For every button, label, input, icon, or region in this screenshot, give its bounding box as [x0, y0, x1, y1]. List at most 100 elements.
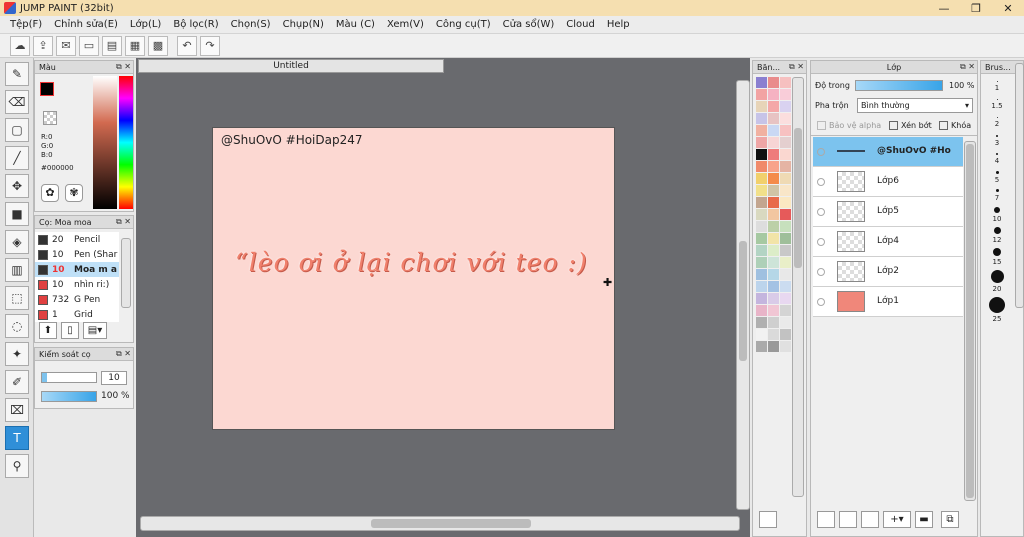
text-tool-icon[interactable]: T [5, 426, 29, 450]
visibility-icon[interactable] [817, 208, 825, 216]
close-icon[interactable]: ⧉ ✕ [116, 62, 131, 72]
visibility-icon[interactable] [817, 298, 825, 306]
visibility-icon[interactable] [817, 178, 825, 186]
cloud-icon[interactable]: ☁ [10, 35, 30, 56]
close-icon[interactable]: ⧉ ✕ [116, 349, 131, 359]
fill-rect-tool-icon[interactable]: ■ [5, 202, 29, 226]
close-icon[interactable]: ✕ [992, 0, 1024, 16]
brush-size-option[interactable]: 3 [981, 131, 1013, 147]
brush-menu-icon[interactable]: ▤▾ [83, 322, 107, 339]
new-note-layer-icon[interactable] [839, 511, 857, 528]
visibility-icon[interactable] [817, 148, 825, 156]
gradient-tool-icon[interactable]: ▥ [5, 258, 29, 282]
undo-icon[interactable]: ↶ [177, 35, 197, 56]
layer-row[interactable]: Lớp5 [813, 197, 963, 227]
select-pen-tool-icon[interactable]: ✐ [5, 370, 29, 394]
brush-size-option[interactable]: 25 [981, 293, 1013, 323]
lasso-tool-icon[interactable]: ◌ [5, 314, 29, 338]
new-palette-icon[interactable] [759, 511, 777, 528]
hue-slider[interactable] [119, 76, 133, 209]
layer-row[interactable]: Lớp1 [813, 287, 963, 317]
foreground-color-swatch[interactable] [40, 82, 54, 96]
comment-icon[interactable]: ✉ [56, 35, 76, 56]
vertical-scroll-thumb[interactable] [739, 241, 747, 361]
brush-item-selected[interactable]: 10 Moa m a [35, 262, 119, 277]
blend-mode-select[interactable]: Bình thường ▾ [857, 98, 973, 113]
upload-icon[interactable]: ⇪ [33, 35, 53, 56]
layer-row-selected[interactable]: @ShuOvO #Ho [813, 137, 963, 167]
new-brush-icon[interactable]: ▯ [61, 322, 79, 339]
horizontal-scroll-thumb[interactable] [371, 519, 531, 528]
page-icon[interactable]: ▤ [102, 35, 122, 56]
palette-edit-icon[interactable]: ✾ [65, 184, 83, 202]
palette-scrollbar[interactable] [792, 77, 804, 497]
duplicate-layer-icon[interactable] [861, 511, 879, 528]
brush-upload-icon[interactable]: ⬆ [39, 322, 57, 339]
new-layer-icon[interactable] [817, 511, 835, 528]
protect-alpha-checkbox[interactable]: Bảo vệ alpha [817, 121, 881, 130]
transparent-swatch[interactable] [43, 111, 57, 125]
horizontal-scrollbar[interactable] [140, 516, 740, 531]
menu-cloud[interactable]: Cloud [566, 19, 595, 30]
brush-size-value[interactable]: 10 [101, 371, 127, 385]
document-tab[interactable]: Untitled [138, 59, 444, 73]
lock-checkbox[interactable]: Khóa [939, 121, 971, 130]
layer-opacity-slider[interactable] [855, 80, 943, 91]
menu-edit[interactable]: Chỉnh sửa(E) [54, 19, 118, 30]
brush-size-option[interactable]: 5 [981, 167, 1013, 184]
add-layer-menu-icon[interactable]: +▾ [883, 511, 911, 528]
select-rect-tool-icon[interactable]: ⬚ [5, 286, 29, 310]
palette-scroll-thumb[interactable] [794, 128, 802, 268]
brush-size-option[interactable]: 1.5 [981, 95, 1013, 110]
brush-size-scrollbar[interactable] [1015, 63, 1024, 308]
layer-scroll-thumb[interactable] [966, 144, 974, 498]
menu-color[interactable]: Màu (C) [336, 19, 375, 30]
close-icon[interactable]: ⧉ ✕ [116, 217, 131, 227]
brush-list-scrollbar[interactable] [121, 238, 131, 308]
clipping-checkbox[interactable]: Xén bớt [889, 121, 932, 130]
close-icon[interactable]: ⧉ ✕ [789, 62, 804, 72]
shade-slider[interactable] [93, 76, 117, 209]
menu-window[interactable]: Cửa sổ(W) [503, 19, 555, 30]
redo-icon[interactable]: ↷ [200, 35, 220, 56]
brush-size-option[interactable]: 4 [981, 149, 1013, 165]
rectangle-tool-icon[interactable]: ▢ [5, 118, 29, 142]
layer-copy-icon[interactable]: ⧉ [941, 511, 959, 528]
brush-size-option[interactable]: 2 [981, 113, 1013, 128]
brush-size-option[interactable]: 1 [981, 77, 1013, 92]
menu-select[interactable]: Chọn(S) [231, 19, 271, 30]
brush-size-slider[interactable] [41, 372, 97, 383]
brush-opacity-slider[interactable] [41, 391, 97, 402]
minimize-icon[interactable]: — [928, 0, 960, 16]
drawing-canvas[interactable]: @ShuOvO #HoiDap247 “lèo ơi ở lại chơi vớ… [213, 128, 614, 429]
move-tool-icon[interactable]: ✥ [5, 174, 29, 198]
menu-tools[interactable]: Công cụ(T) [436, 19, 491, 30]
menu-layer[interactable]: Lớp(L) [130, 19, 161, 30]
bucket-tool-icon[interactable]: ◈ [5, 230, 29, 254]
layer-scrollbar[interactable] [964, 141, 976, 501]
magic-wand-tool-icon[interactable]: ✦ [5, 342, 29, 366]
palette-icon[interactable]: ✿ [41, 184, 59, 202]
menu-capture[interactable]: Chụp(N) [283, 19, 324, 30]
brush-item[interactable]: 10 nhìn ri:) [35, 277, 119, 292]
menu-filter[interactable]: Bộ lọc(R) [173, 19, 218, 30]
vertical-scrollbar[interactable] [736, 80, 750, 510]
menu-file[interactable]: Tệp(F) [10, 19, 42, 30]
maximize-icon[interactable]: ❐ [960, 0, 992, 16]
brush-size-option[interactable]: 7 [981, 185, 1013, 202]
eraser-tool-icon[interactable]: ⌫ [5, 90, 29, 114]
brush-tool-icon[interactable]: ✎ [5, 62, 29, 86]
palette-swatch-grid[interactable] [756, 77, 791, 352]
brush-size-option[interactable]: 12 [981, 223, 1013, 244]
layout-icon[interactable]: ▩ [148, 35, 168, 56]
brush-item[interactable]: 20 Pencil [35, 232, 119, 247]
brush-item[interactable]: 1 Grid [35, 307, 119, 322]
eyedropper-tool-icon[interactable]: ⚲ [5, 454, 29, 478]
visibility-icon[interactable] [817, 238, 825, 246]
brush-item[interactable]: 10 Pen (Shar [35, 247, 119, 262]
layer-row[interactable]: Lớp6 [813, 167, 963, 197]
message-icon[interactable]: ▭ [79, 35, 99, 56]
select-eraser-tool-icon[interactable]: ⌧ [5, 398, 29, 422]
menu-help[interactable]: Help [607, 19, 630, 30]
brush-item[interactable]: 732 G Pen [35, 292, 119, 307]
